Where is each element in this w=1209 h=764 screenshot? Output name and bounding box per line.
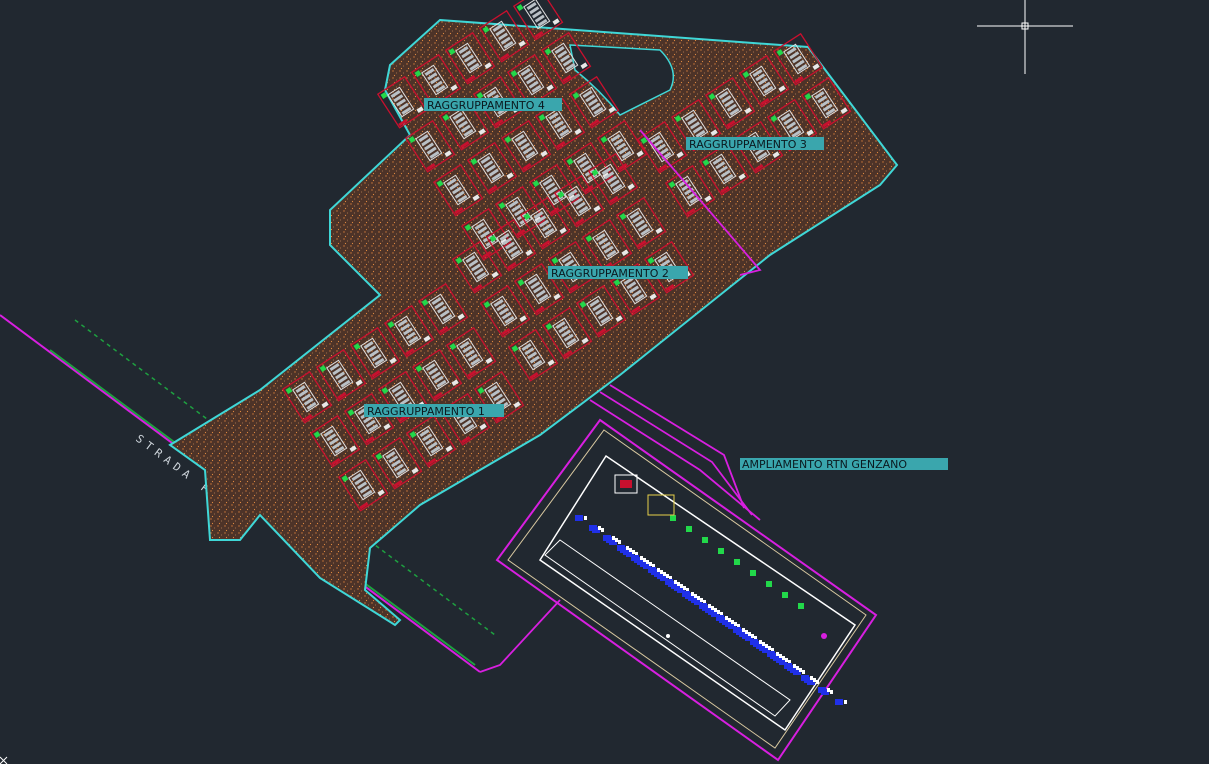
switchgear-bay [631, 555, 639, 561]
label-group3: RAGGRUPPAMENTO 3 [689, 138, 807, 151]
switchgear-bay [784, 663, 792, 669]
switchgear-bay [835, 699, 843, 705]
cad-canvas[interactable]: STRADA PRO RAGGRUPPAMENTO 4 RAGGRUPPAMEN… [0, 0, 1209, 764]
label-group2: RAGGRUPPAMENTO 2 [551, 267, 669, 280]
label-group4: RAGGRUPPAMENTO 4 [427, 99, 545, 112]
label-group1: RAGGRUPPAMENTO 1 [367, 405, 485, 418]
switchgear-bay [818, 687, 826, 693]
substation[interactable] [495, 418, 878, 762]
switchgear-bay [699, 603, 707, 609]
substation-equipment [575, 474, 847, 705]
label-substation: AMPLIAMENTO RTN GENZANO [742, 458, 907, 471]
switchgear-bay [603, 535, 611, 541]
switchgear-bay [617, 545, 625, 551]
crosshair-cursor-icon [977, 0, 1073, 74]
switchgear-bay [716, 615, 724, 621]
switchgear-bay [575, 515, 583, 521]
switchgear-bay [665, 579, 673, 585]
switchgear-bay [589, 525, 597, 531]
switchgear-bay [750, 639, 758, 645]
switchgear-bay [648, 567, 656, 573]
switchgear-bay [733, 627, 741, 633]
switchgear-bay [682, 591, 690, 597]
ucs-corner-icon [0, 756, 8, 764]
switchgear-bay [801, 675, 809, 681]
switchgear-bay [767, 651, 775, 657]
